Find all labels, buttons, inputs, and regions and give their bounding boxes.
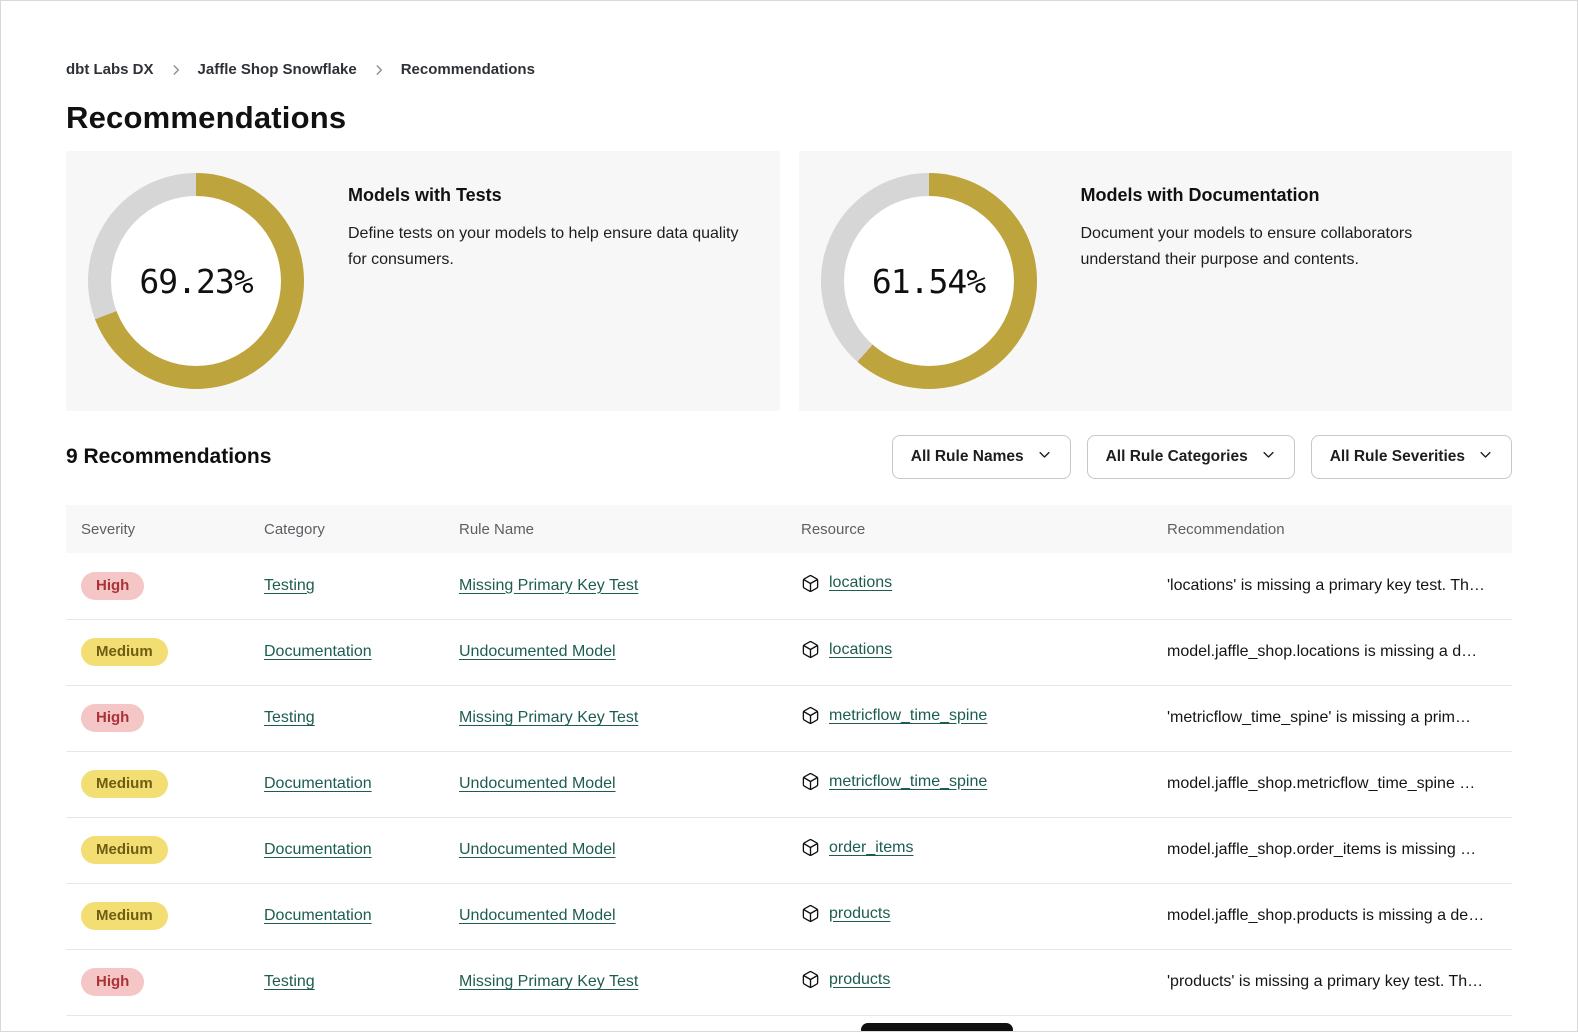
models-with-tests-card: 69.23% Models with Tests Define tests on…	[66, 151, 780, 411]
column-header-category: Category	[249, 505, 444, 553]
column-header-resource: Resource	[786, 505, 1152, 553]
chevron-down-icon	[1037, 447, 1052, 467]
category-link[interactable]: Documentation	[264, 841, 372, 858]
recommendations-page: dbt Labs DX Jaffle Shop Snowflake Recomm…	[0, 0, 1578, 1032]
resource-link[interactable]: products	[829, 971, 890, 989]
breadcrumb: dbt Labs DX Jaffle Shop Snowflake Recomm…	[66, 61, 1512, 78]
card-description: Define tests on your models to help ensu…	[348, 221, 754, 273]
severity-badge: Medium	[81, 902, 168, 931]
rule-name-link[interactable]: Undocumented Model	[459, 643, 616, 660]
horizontal-scrollbar-thumb[interactable]	[861, 1023, 1013, 1032]
table-row: High Testing Missing Primary Key Test me…	[66, 685, 1512, 751]
tests-donut-chart: 69.23%	[88, 173, 304, 389]
card-text: Models with Documentation Document your …	[1081, 151, 1487, 273]
filter-label: All Rule Categories	[1106, 448, 1248, 466]
category-link[interactable]: Documentation	[264, 907, 372, 924]
package-icon	[801, 640, 820, 659]
recommendations-count: 9 Recommendations	[66, 445, 271, 469]
rule-names-filter-dropdown[interactable]: All Rule Names	[892, 435, 1071, 479]
filter-label: All Rule Severities	[1330, 448, 1465, 466]
resource-link[interactable]: metricflow_time_spine	[829, 707, 987, 725]
resource-link[interactable]: metricflow_time_spine	[829, 773, 987, 791]
chevron-down-icon	[1261, 447, 1276, 467]
filter-bar: All Rule Names All Rule Categories All R…	[892, 435, 1512, 479]
metric-cards: 69.23% Models with Tests Define tests on…	[66, 151, 1512, 411]
breadcrumb-item-current: Recommendations	[401, 61, 535, 78]
table-row: Medium Documentation Undocumented Model …	[66, 817, 1512, 883]
rule-severities-filter-dropdown[interactable]: All Rule Severities	[1311, 435, 1512, 479]
recommendation-text: model.jaffle_shop.order_items is missing…	[1167, 841, 1512, 859]
table-header: Severity Category Rule Name Resource Rec…	[66, 505, 1512, 553]
package-icon	[801, 970, 820, 989]
recommendation-text: 'metricflow_time_spine' is missing a pri…	[1167, 709, 1512, 727]
rule-name-link[interactable]: Undocumented Model	[459, 907, 616, 924]
column-header-severity: Severity	[66, 505, 249, 553]
chevron-right-icon	[169, 63, 183, 77]
category-link[interactable]: Testing	[264, 709, 315, 726]
donut-center: 61.54%	[844, 196, 1014, 366]
filter-label: All Rule Names	[911, 448, 1024, 466]
rule-name-link[interactable]: Undocumented Model	[459, 775, 616, 792]
recommendation-text: 'products' is missing a primary key test…	[1167, 973, 1512, 991]
list-header: 9 Recommendations All Rule Names All Rul…	[66, 435, 1512, 479]
chevron-right-icon	[372, 63, 386, 77]
category-link[interactable]: Documentation	[264, 643, 372, 660]
package-icon	[801, 574, 820, 593]
chevron-down-icon	[1478, 447, 1493, 467]
package-icon	[801, 706, 820, 725]
breadcrumb-item-dbt-labs-dx[interactable]: dbt Labs DX	[66, 61, 154, 78]
severity-badge: High	[81, 968, 144, 997]
rule-name-link[interactable]: Missing Primary Key Test	[459, 577, 638, 594]
rule-name-link[interactable]: Missing Primary Key Test	[459, 709, 638, 726]
documentation-donut-chart: 61.54%	[821, 173, 1037, 389]
card-text: Models with Tests Define tests on your m…	[348, 151, 754, 273]
package-icon	[801, 838, 820, 857]
severity-badge: High	[81, 704, 144, 733]
severity-badge: High	[81, 572, 144, 601]
table-row: Medium Documentation Undocumented Model …	[66, 751, 1512, 817]
package-icon	[801, 904, 820, 923]
resource-link[interactable]: order_items	[829, 839, 913, 857]
table-row: Medium Documentation Undocumented Model …	[66, 619, 1512, 685]
recommendation-text: model.jaffle_shop.products is missing a …	[1167, 907, 1512, 925]
recommendation-text: 'locations' is missing a primary key tes…	[1167, 577, 1512, 595]
recommendations-table: Severity Category Rule Name Resource Rec…	[66, 505, 1512, 1016]
page-title: Recommendations	[66, 100, 1512, 136]
resource-link[interactable]: products	[829, 905, 890, 923]
card-title: Models with Tests	[348, 185, 754, 206]
breadcrumb-item-jaffle-shop-snowflake[interactable]: Jaffle Shop Snowflake	[198, 61, 357, 78]
severity-badge: Medium	[81, 638, 168, 667]
recommendation-text: model.jaffle_shop.locations is missing a…	[1167, 643, 1512, 661]
card-description: Document your models to ensure collabora…	[1081, 221, 1487, 273]
rule-categories-filter-dropdown[interactable]: All Rule Categories	[1087, 435, 1295, 479]
tests-percentage: 69.23%	[139, 262, 252, 301]
rule-name-link[interactable]: Undocumented Model	[459, 841, 616, 858]
table-row: High Testing Missing Primary Key Test pr…	[66, 949, 1512, 1015]
models-with-documentation-card: 61.54% Models with Documentation Documen…	[799, 151, 1513, 411]
resource-link[interactable]: locations	[829, 574, 892, 592]
category-link[interactable]: Testing	[264, 973, 315, 990]
card-title: Models with Documentation	[1081, 185, 1487, 206]
resource-link[interactable]: locations	[829, 641, 892, 659]
severity-badge: Medium	[81, 770, 168, 799]
severity-badge: Medium	[81, 836, 168, 865]
rule-name-link[interactable]: Missing Primary Key Test	[459, 973, 638, 990]
column-header-rule-name: Rule Name	[444, 505, 786, 553]
category-link[interactable]: Testing	[264, 577, 315, 594]
recommendation-text: model.jaffle_shop.metricflow_time_spine …	[1167, 775, 1512, 793]
package-icon	[801, 772, 820, 791]
column-header-recommendation: Recommendation	[1152, 505, 1512, 553]
table-row: Medium Documentation Undocumented Model …	[66, 883, 1512, 949]
category-link[interactable]: Documentation	[264, 775, 372, 792]
table-row: High Testing Missing Primary Key Test lo…	[66, 553, 1512, 619]
donut-center: 69.23%	[111, 196, 281, 366]
documentation-percentage: 61.54%	[872, 262, 985, 301]
